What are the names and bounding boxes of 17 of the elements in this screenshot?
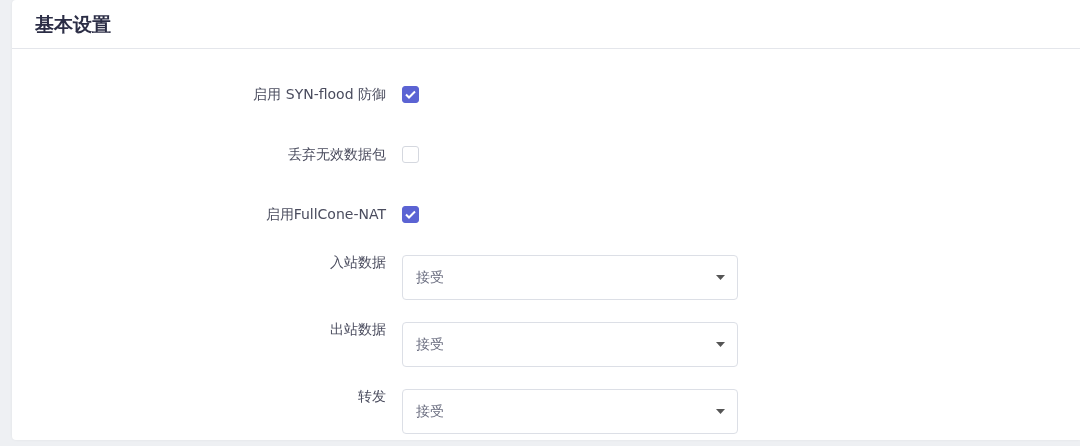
caret-icon xyxy=(716,409,725,414)
field-label: 丢弃无效数据包 xyxy=(288,145,386,162)
field-label: 入站数据 xyxy=(330,254,386,270)
field-label: 转发 xyxy=(358,388,386,404)
card-title: 基本设置 xyxy=(35,13,111,35)
caret-icon xyxy=(716,342,725,347)
field-label: 启用 SYN-flood 防御 xyxy=(253,85,386,102)
caret-icon xyxy=(716,275,725,280)
select-dropdown[interactable]: 接受 xyxy=(402,255,738,300)
checkbox[interactable] xyxy=(402,205,419,223)
checkmark-icon xyxy=(405,209,416,219)
checkbox[interactable] xyxy=(402,85,419,103)
field-label: 启用FullCone-NAT xyxy=(265,205,386,222)
select-dropdown[interactable]: 接受 xyxy=(402,389,738,434)
checkmark-icon xyxy=(405,89,416,99)
select-dropdown[interactable]: 接受 xyxy=(402,322,738,367)
field-label: 出站数据 xyxy=(330,321,386,337)
